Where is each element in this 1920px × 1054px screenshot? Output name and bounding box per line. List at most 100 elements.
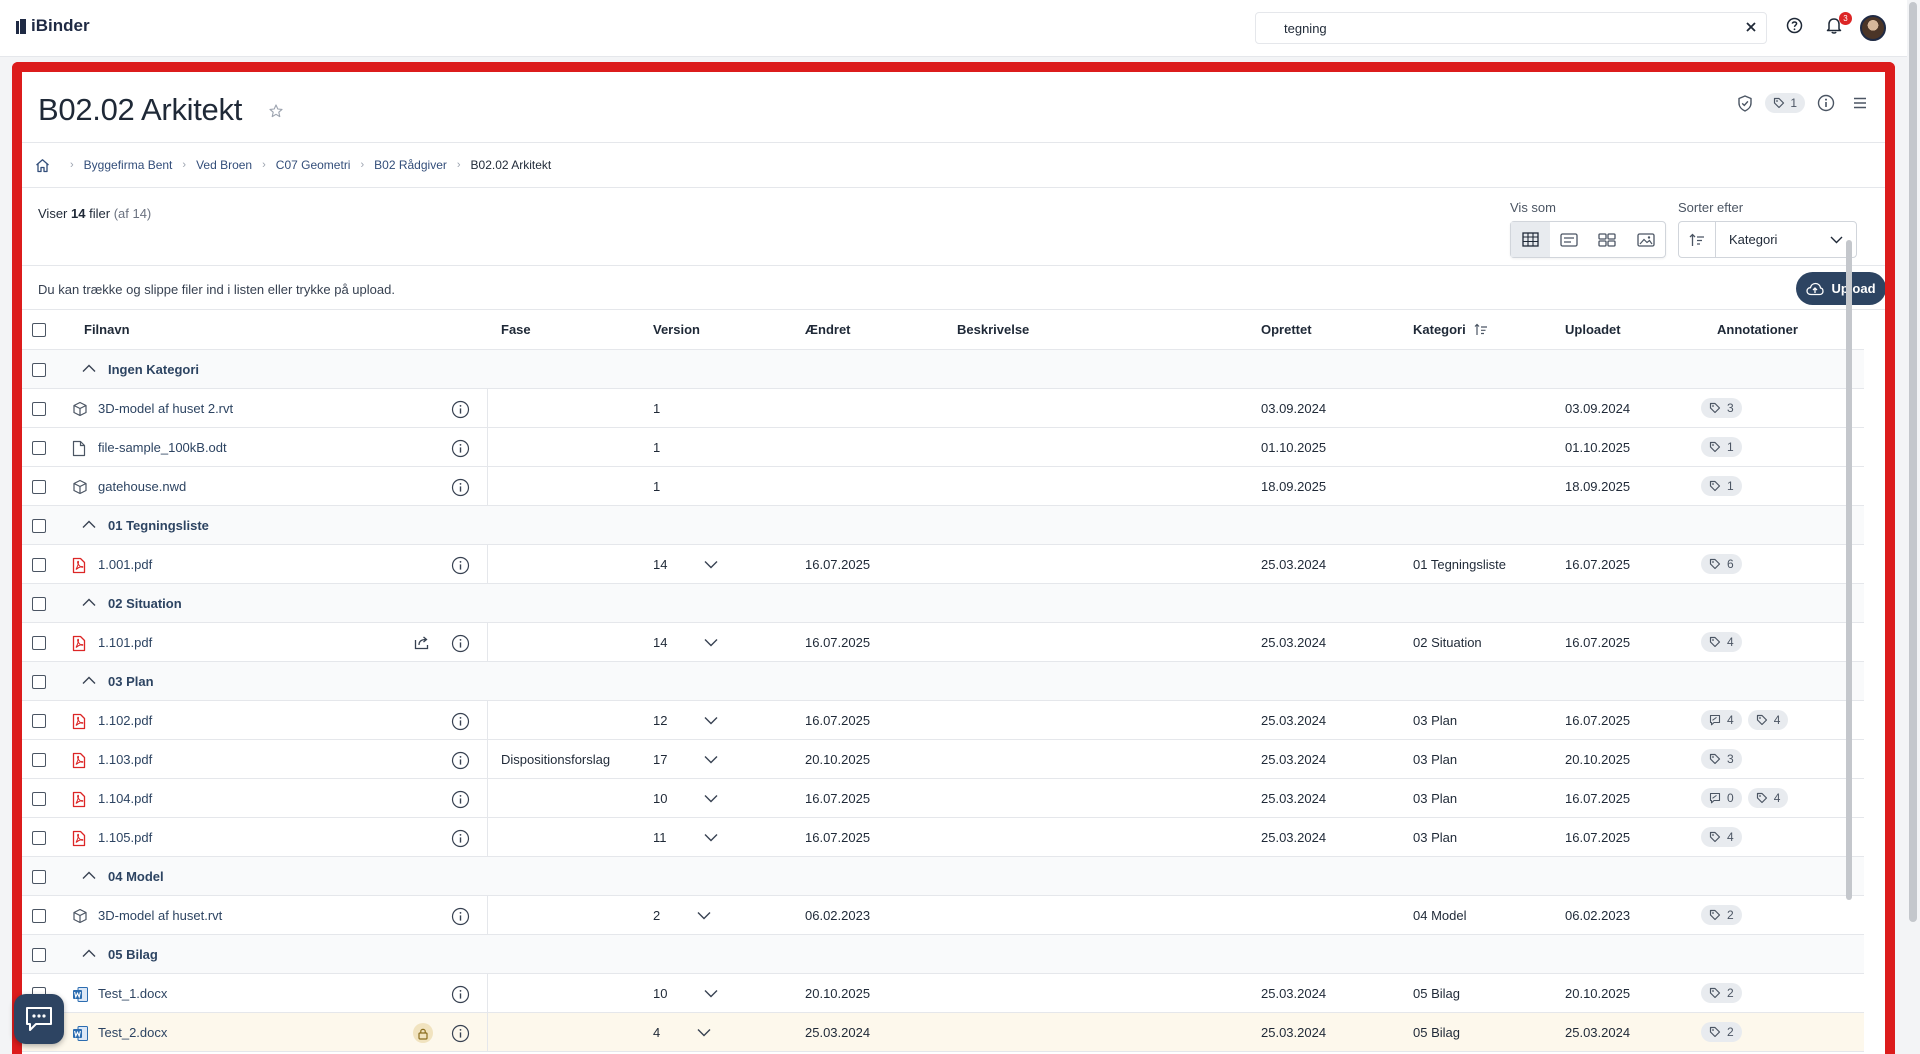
file-name[interactable]: Test_2.docx [98, 1013, 167, 1051]
file-name[interactable]: 3D-model af huset.rvt [98, 896, 222, 934]
group-name[interactable]: 04 Model [108, 857, 164, 895]
tags-badge[interactable]: 1 [1701, 476, 1742, 496]
row-checkbox[interactable] [32, 402, 46, 416]
row-checkbox[interactable] [32, 480, 46, 494]
group-collapse-toggle[interactable] [82, 871, 96, 880]
verified-shield-icon[interactable] [1737, 94, 1753, 112]
breadcrumb-item[interactable]: Byggefirma Bent [84, 158, 173, 172]
file-name[interactable]: 1.101.pdf [98, 623, 152, 661]
tags-badge[interactable]: 2 [1701, 983, 1742, 1003]
row-checkbox[interactable] [32, 909, 46, 923]
page-tags-badge[interactable]: 1 [1765, 93, 1805, 113]
menu-hamburger-icon[interactable] [1851, 94, 1869, 112]
sort-direction-button[interactable] [1678, 221, 1716, 258]
file-name[interactable]: 1.103.pdf [98, 740, 152, 778]
tags-badge[interactable]: 4 [1701, 827, 1742, 847]
breadcrumb-item[interactable]: Ved Broen [196, 158, 252, 172]
help-icon[interactable] [1786, 17, 1803, 34]
column-header-fase[interactable]: Fase [501, 310, 531, 349]
file-name[interactable]: 1.001.pdf [98, 545, 152, 583]
breadcrumb-item[interactable]: C07 Geometri [276, 158, 351, 172]
file-row[interactable]: file-sample_100kB.odt 1 01.10.2025 01.10.20… [22, 428, 1864, 467]
group-checkbox[interactable] [32, 519, 46, 533]
version-history-toggle[interactable] [704, 989, 718, 998]
group-checkbox[interactable] [32, 948, 46, 962]
group-collapse-toggle[interactable] [82, 364, 96, 373]
group-collapse-toggle[interactable] [82, 949, 96, 958]
view-list-button[interactable] [1550, 222, 1589, 257]
search-input[interactable] [1284, 13, 1724, 43]
version-history-toggle[interactable] [704, 755, 718, 764]
tags-badge[interactable]: 4 [1747, 710, 1789, 730]
group-name[interactable]: Ingen Kategori [108, 350, 199, 388]
favorite-star-icon[interactable] [269, 104, 283, 118]
file-name[interactable]: Test_1.docx [98, 974, 167, 1012]
select-all-checkbox[interactable] [32, 323, 46, 337]
version-history-toggle[interactable] [704, 794, 718, 803]
sort-by-select[interactable]: Kategori [1715, 221, 1857, 258]
column-header-filnavn[interactable]: Filnavn [84, 310, 130, 349]
info-icon[interactable] [1817, 94, 1835, 112]
file-name[interactable]: gatehouse.nwd [98, 467, 186, 505]
breadcrumb-item[interactable]: B02 Rådgiver [374, 158, 447, 172]
file-info-button[interactable] [451, 556, 470, 575]
file-name[interactable]: 3D-model af huset 2.rvt [98, 389, 233, 427]
row-checkbox[interactable] [32, 714, 46, 728]
file-row[interactable]: 3D-model af huset.rvt 2 06.02.2023 04 Model… [22, 896, 1864, 935]
version-history-toggle[interactable] [704, 560, 718, 569]
group-checkbox[interactable] [32, 870, 46, 884]
user-avatar[interactable] [1860, 15, 1886, 41]
version-history-toggle[interactable] [697, 911, 711, 920]
home-icon[interactable] [35, 158, 50, 173]
group-name[interactable]: 03 Plan [108, 662, 154, 700]
file-info-button[interactable] [451, 829, 470, 848]
file-row[interactable]: Test_2.docx 4 25.03.2024 25.03.2024 05 Bilag… [22, 1013, 1864, 1052]
tags-badge[interactable]: 3 [1701, 398, 1742, 418]
row-checkbox[interactable] [32, 831, 46, 845]
tags-badge[interactable]: 4 [1701, 632, 1742, 652]
group-collapse-toggle[interactable] [82, 676, 96, 685]
file-name[interactable]: 1.102.pdf [98, 701, 152, 739]
column-header-uploadet[interactable]: Uploadet [1565, 310, 1621, 349]
group-collapse-toggle[interactable] [82, 598, 96, 607]
column-header-beskrivelse[interactable]: Beskrivelse [957, 310, 1029, 349]
row-checkbox[interactable] [32, 792, 46, 806]
view-grid-button[interactable] [1588, 222, 1627, 257]
table-scrollbar-thumb[interactable] [1846, 240, 1852, 900]
chat-support-button[interactable] [14, 994, 64, 1044]
row-checkbox[interactable] [32, 558, 46, 572]
file-row[interactable]: 1.001.pdf 14 16.07.2025 25.03.2024 01 Tegnin… [22, 545, 1864, 584]
group-name[interactable]: 02 Situation [108, 584, 182, 622]
clear-search-icon[interactable] [1745, 21, 1757, 33]
file-row[interactable]: gatehouse.nwd 1 18.09.2025 18.09.2025 1 [22, 467, 1864, 506]
file-info-button[interactable] [451, 751, 470, 770]
group-name[interactable]: 05 Bilag [108, 935, 158, 973]
group-name[interactable]: 01 Tegningsliste [108, 506, 209, 544]
column-header-annotationer[interactable]: Annotationer [1717, 310, 1798, 349]
upload-button[interactable]: Upload [1796, 272, 1885, 305]
group-collapse-toggle[interactable] [82, 520, 96, 529]
tags-badge[interactable]: 4 [1747, 788, 1789, 808]
version-history-toggle[interactable] [704, 833, 718, 842]
app-logo[interactable]: iBinder [15, 16, 90, 36]
column-header-version[interactable]: Version [653, 310, 700, 349]
version-history-toggle[interactable] [697, 1028, 711, 1037]
file-info-button[interactable] [451, 712, 470, 731]
file-info-button[interactable] [451, 1024, 470, 1043]
file-info-button[interactable] [451, 790, 470, 809]
group-checkbox[interactable] [32, 675, 46, 689]
version-history-toggle[interactable] [704, 716, 718, 725]
file-info-button[interactable] [451, 634, 470, 653]
tags-badge[interactable]: 3 [1701, 749, 1742, 769]
comments-badge[interactable]: 4 [1701, 710, 1742, 730]
shared-file-button[interactable] [414, 635, 431, 650]
view-gallery-button[interactable] [1627, 222, 1666, 257]
file-info-button[interactable] [451, 439, 470, 458]
file-info-button[interactable] [451, 400, 470, 419]
view-table-button[interactable] [1511, 222, 1550, 257]
file-info-button[interactable] [451, 478, 470, 497]
file-row[interactable]: 3D-model af huset 2.rvt 1 03.09.2024 03.09.… [22, 389, 1864, 428]
file-row[interactable]: 1.102.pdf 12 16.07.2025 25.03.2024 03 Plan 16… [22, 701, 1864, 740]
version-history-toggle[interactable] [704, 638, 718, 647]
file-row[interactable]: Test_1.docx 10 20.10.2025 25.03.2024 05 Bila… [22, 974, 1864, 1013]
